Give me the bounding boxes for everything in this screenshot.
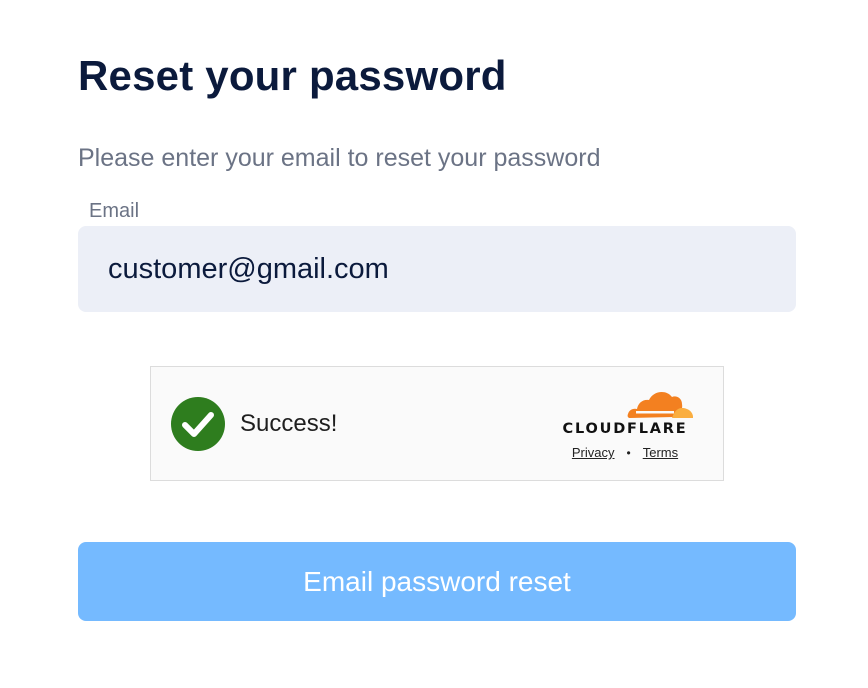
captcha-links: Privacy • Terms [555,445,695,460]
email-password-reset-button[interactable]: Email password reset [78,542,796,621]
cloudflare-turnstile-widget: Success! CLOUDFLARE Privacy • Terms [150,366,724,481]
terms-link[interactable]: Terms [643,445,678,460]
email-label: Email [89,200,140,222]
check-circle-icon [171,397,225,451]
page-subtitle: Please enter your email to reset your pa… [78,144,601,172]
cloudflare-logo-text: CLOUDFLARE [562,421,688,437]
link-separator: • [626,445,631,460]
page-title: Reset your password [78,52,507,99]
email-field[interactable] [78,226,796,312]
cloudflare-cloud-icon [627,391,693,418]
captcha-success-text: Success! [240,410,338,437]
privacy-link[interactable]: Privacy [572,445,615,460]
